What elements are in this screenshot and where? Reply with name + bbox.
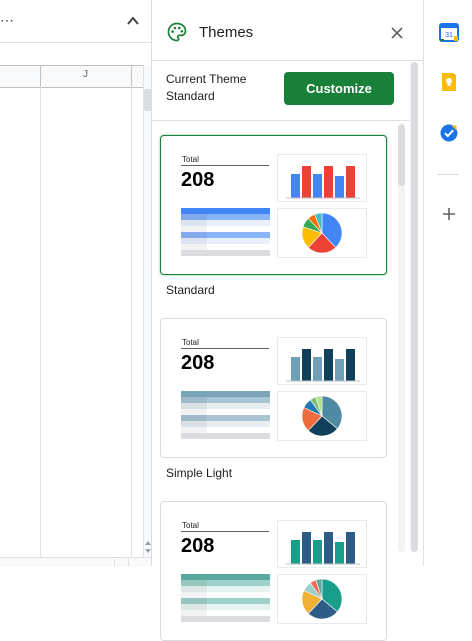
total-label: Total [182, 521, 199, 530]
pie-chart-preview [277, 574, 367, 624]
total-value: 208 [181, 352, 215, 374]
column-header-row: J [0, 65, 143, 88]
bar [324, 166, 333, 198]
table-row [181, 433, 270, 439]
theme-list-scroll-thumb[interactable] [398, 124, 405, 186]
total-label: Total [182, 155, 199, 164]
grid-line [131, 87, 132, 557]
bar [313, 174, 322, 198]
theme-card[interactable]: Total 208 [160, 501, 387, 641]
chevron-up-icon[interactable] [126, 14, 140, 28]
total-value: 208 [181, 169, 215, 191]
panel-header: Themes [152, 0, 423, 61]
total-value: 208 [181, 535, 215, 557]
theme-card[interactable]: Total 208 [160, 318, 387, 458]
side-panel-rail: 31 [423, 0, 472, 566]
scroll-thumb[interactable] [144, 89, 151, 111]
customize-button[interactable]: Customize [284, 72, 394, 105]
theme-name[interactable]: Simple Light [166, 466, 232, 480]
table-row [181, 391, 270, 397]
pie-chart-preview [277, 208, 367, 258]
calendar-badge: 31 [445, 32, 453, 39]
bar-chart-preview [277, 520, 367, 568]
themes-panel: Themes Current Theme Standard Customize … [151, 0, 423, 641]
add-icon[interactable] [439, 204, 459, 224]
table-row [181, 250, 270, 256]
total-underline [181, 348, 269, 349]
bar [335, 176, 344, 198]
panel-title: Themes [199, 24, 254, 41]
keep-icon[interactable] [439, 72, 459, 92]
bar [346, 166, 355, 198]
bar [346, 532, 355, 564]
table-first-column [181, 397, 207, 433]
bar [302, 532, 311, 564]
column-header-j[interactable]: J [40, 69, 131, 80]
bar [335, 359, 344, 381]
close-icon[interactable] [390, 26, 404, 40]
bar [302, 166, 311, 198]
rail-divider [437, 174, 459, 175]
pie-chart-preview [277, 391, 367, 441]
spreadsheet-area: ⋯ J [0, 0, 152, 567]
table-row [181, 616, 270, 622]
theme-card[interactable]: Total 208 [160, 135, 387, 275]
bar [324, 349, 333, 381]
scroll-right-button[interactable] [128, 559, 139, 566]
table-preview [181, 574, 270, 622]
theme-list-scrollbar[interactable] [398, 124, 405, 552]
bar [324, 532, 333, 564]
total-underline [181, 165, 269, 166]
grid-line [40, 87, 41, 557]
bar [346, 349, 355, 381]
theme-name[interactable]: Standard [166, 283, 215, 297]
bar [313, 540, 322, 564]
bar [313, 357, 322, 381]
tasks-icon[interactable] [439, 123, 459, 143]
sheet-toolbar: ⋯ [0, 0, 151, 43]
bar [335, 542, 344, 564]
table-preview [181, 208, 270, 256]
table-row [181, 574, 270, 580]
bar [291, 540, 300, 564]
bar [302, 349, 311, 381]
calendar-icon[interactable]: 31 [439, 22, 459, 42]
current-theme-name: Standard [166, 89, 215, 103]
more-options-icon[interactable]: ⋯ [0, 12, 15, 29]
table-first-column [181, 580, 207, 616]
table-row [181, 208, 270, 214]
divider [152, 120, 410, 121]
bar [291, 174, 300, 198]
total-label: Total [182, 338, 199, 347]
bar-chart-preview [277, 337, 367, 385]
scroll-left-button[interactable] [114, 559, 125, 566]
table-preview [181, 391, 270, 439]
current-theme-label: Current Theme [166, 72, 247, 86]
table-first-column [181, 214, 207, 250]
total-underline [181, 531, 269, 532]
bar [291, 357, 300, 381]
palette-icon [167, 22, 187, 42]
bar-chart-preview [277, 154, 367, 202]
panel-scroll-thumb[interactable] [411, 62, 418, 552]
